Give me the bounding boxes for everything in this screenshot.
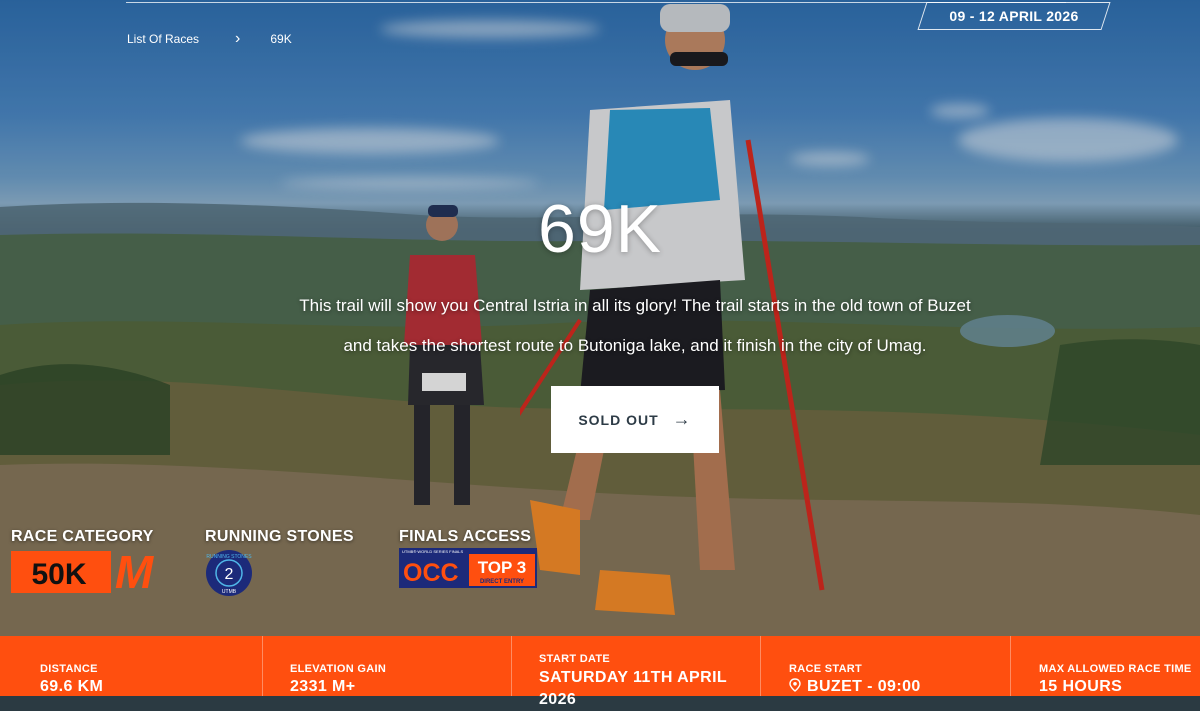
stat-divider bbox=[262, 636, 263, 696]
event-dates: 09 - 12 APRIL 2026 bbox=[949, 8, 1079, 24]
sold-out-label: SOLD OUT bbox=[578, 411, 659, 428]
running-stones-label: RUNNING STONES bbox=[205, 528, 354, 545]
race-stats-bar: DISTANCE 69.6 KM ELEVATION GAIN 2331 M+ … bbox=[0, 636, 1200, 708]
stat-value: 2331 M+ bbox=[290, 678, 356, 695]
svg-text:RUNNING STONES: RUNNING STONES bbox=[206, 554, 252, 560]
stat-value: BUZET - 09:00 bbox=[807, 678, 921, 695]
breadcrumb-list-of-races[interactable]: List Of Races bbox=[127, 32, 199, 46]
stat-value: SATURDAY 11TH APRIL 2026 bbox=[539, 669, 727, 708]
stat-divider bbox=[760, 636, 761, 696]
svg-text:UTMB® WORLD SERIES FINALS: UTMB® WORLD SERIES FINALS bbox=[402, 549, 464, 554]
svg-text:2: 2 bbox=[225, 566, 234, 583]
stat-value: 69.6 KM bbox=[40, 678, 104, 695]
race-category-label: RACE CATEGORY bbox=[11, 528, 154, 545]
race-description: This trail will show you Central Istria … bbox=[299, 296, 971, 355]
finals-access-logo: UTMB® WORLD SERIES FINALS OCC TOP 3 DIRE… bbox=[399, 548, 537, 588]
svg-text:DIRECT ENTRY: DIRECT ENTRY bbox=[480, 579, 524, 585]
sold-out-button[interactable]: SOLD OUT → bbox=[551, 386, 719, 453]
chevron-right-icon: › bbox=[235, 30, 241, 47]
breadcrumb-current: 69K bbox=[270, 32, 292, 46]
finals-access-label: FINALS ACCESS bbox=[399, 528, 532, 545]
stat-divider bbox=[511, 636, 512, 696]
location-pin-icon bbox=[789, 678, 801, 692]
stat-label: ELEVATION GAIN bbox=[290, 663, 387, 675]
stat-label: RACE START bbox=[789, 663, 863, 675]
stat-value: 15 HOURS bbox=[1039, 678, 1123, 695]
race-title: 69K bbox=[538, 191, 662, 267]
arrow-right-icon: → bbox=[672, 409, 692, 429]
svg-text:UTMB: UTMB bbox=[222, 589, 237, 595]
running-stones-logo: 2 RUNNING STONES UTMB bbox=[206, 550, 252, 596]
svg-text:TOP 3: TOP 3 bbox=[478, 558, 527, 577]
svg-text:M: M bbox=[115, 551, 155, 593]
stat-label: DISTANCE bbox=[40, 663, 98, 675]
stat-label: START DATE bbox=[539, 653, 611, 665]
stat-label: MAX ALLOWED RACE TIME bbox=[1039, 663, 1192, 675]
svg-text:50K: 50K bbox=[31, 558, 86, 591]
stat-value-row: BUZET - 09:00 bbox=[789, 678, 921, 696]
stat-divider bbox=[1010, 636, 1011, 696]
breadcrumb: List Of Races › 69K bbox=[127, 30, 292, 47]
svg-text:OCC: OCC bbox=[403, 559, 459, 587]
race-category-logo: 50K M bbox=[11, 551, 155, 593]
